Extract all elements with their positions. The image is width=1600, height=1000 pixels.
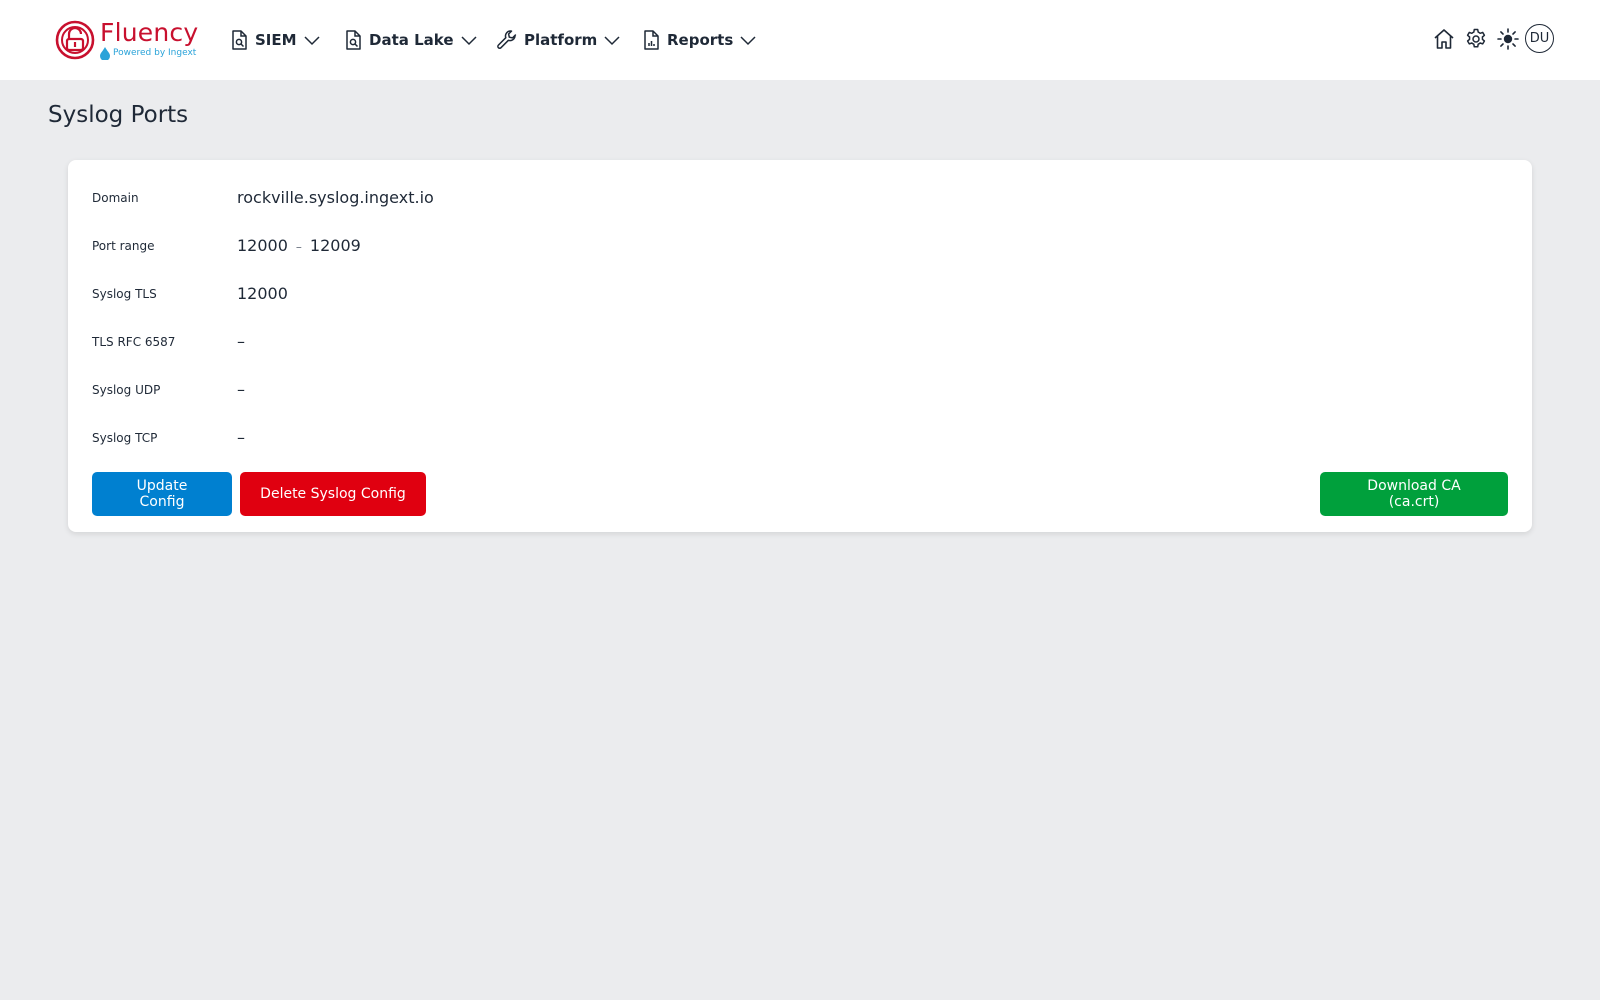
ingext-drop-icon	[100, 47, 110, 60]
nav-platform[interactable]: Platform	[496, 26, 621, 54]
brand-tagline: Powered by Ingext	[100, 47, 197, 60]
port-range-start: 12000	[237, 236, 288, 255]
nav-siem-label: SIEM	[255, 31, 297, 49]
syslog-udp-value: –	[237, 380, 245, 399]
wrench-icon	[497, 30, 517, 49]
syslog-tls-label: Syslog TLS	[92, 287, 157, 301]
nav-reports-label: Reports	[667, 31, 734, 49]
nav-reports[interactable]: Reports	[641, 26, 757, 54]
syslog-tls-row: Syslog TLS 12000	[92, 284, 1492, 308]
top-navigation-bar: Fluency Powered by Ingext SIEM Data Lake	[0, 0, 1600, 80]
nav-data-lake[interactable]: Data Lake	[343, 26, 478, 54]
syslog-config-card: Domain rockville.syslog.ingext.io Port r…	[68, 160, 1532, 532]
tls-rfc-6587-row: TLS RFC 6587 –	[92, 332, 1492, 356]
document-search-icon	[346, 30, 361, 50]
brand-name: Fluency	[100, 18, 199, 47]
document-search-icon	[232, 30, 247, 50]
sun-icon[interactable]	[1496, 27, 1520, 51]
fluency-logo[interactable]: Fluency Powered by Ingext	[55, 18, 199, 62]
home-icon[interactable]	[1432, 27, 1456, 51]
syslog-tcp-value: –	[237, 428, 245, 447]
chevron-down-icon	[304, 36, 320, 46]
document-chart-icon	[644, 30, 659, 50]
nav-data-lake-label: Data Lake	[369, 31, 454, 49]
syslog-tcp-label: Syslog TCP	[92, 431, 158, 445]
tls-rfc-6587-label: TLS RFC 6587	[92, 335, 176, 349]
syslog-udp-row: Syslog UDP –	[92, 380, 1492, 404]
user-avatar[interactable]: DU	[1525, 24, 1554, 53]
tls-rfc-6587-value: –	[237, 332, 245, 351]
gear-icon[interactable]	[1464, 27, 1488, 51]
nav-platform-label: Platform	[524, 31, 598, 49]
chevron-down-icon	[604, 36, 620, 46]
fluency-logo-mark-icon	[55, 20, 95, 60]
port-range-row: Port range 12000–12009	[92, 236, 1492, 260]
syslog-tls-value: 12000	[237, 284, 288, 303]
update-config-button[interactable]: Update Config	[92, 472, 232, 516]
port-range-separator: –	[295, 240, 302, 254]
delete-syslog-config-button[interactable]: Delete Syslog Config	[240, 472, 426, 516]
domain-row: Domain rockville.syslog.ingext.io	[92, 188, 1492, 212]
chevron-down-icon	[460, 36, 477, 46]
port-range-label: Port range	[92, 239, 155, 253]
chevron-down-icon	[740, 36, 756, 46]
brand-tagline-text: Powered by Ingext	[113, 48, 197, 58]
port-range-value: 12000–12009	[237, 236, 361, 255]
nav-siem[interactable]: SIEM	[229, 26, 321, 54]
port-range-end: 12009	[309, 236, 361, 255]
syslog-tcp-row: Syslog TCP –	[92, 428, 1492, 452]
syslog-udp-label: Syslog UDP	[92, 383, 161, 397]
download-ca-button[interactable]: Download CA (ca.crt)	[1320, 472, 1508, 516]
domain-label: Domain	[92, 191, 139, 205]
page-title: Syslog Ports	[48, 102, 189, 128]
domain-value: rockville.syslog.ingext.io	[237, 188, 434, 207]
